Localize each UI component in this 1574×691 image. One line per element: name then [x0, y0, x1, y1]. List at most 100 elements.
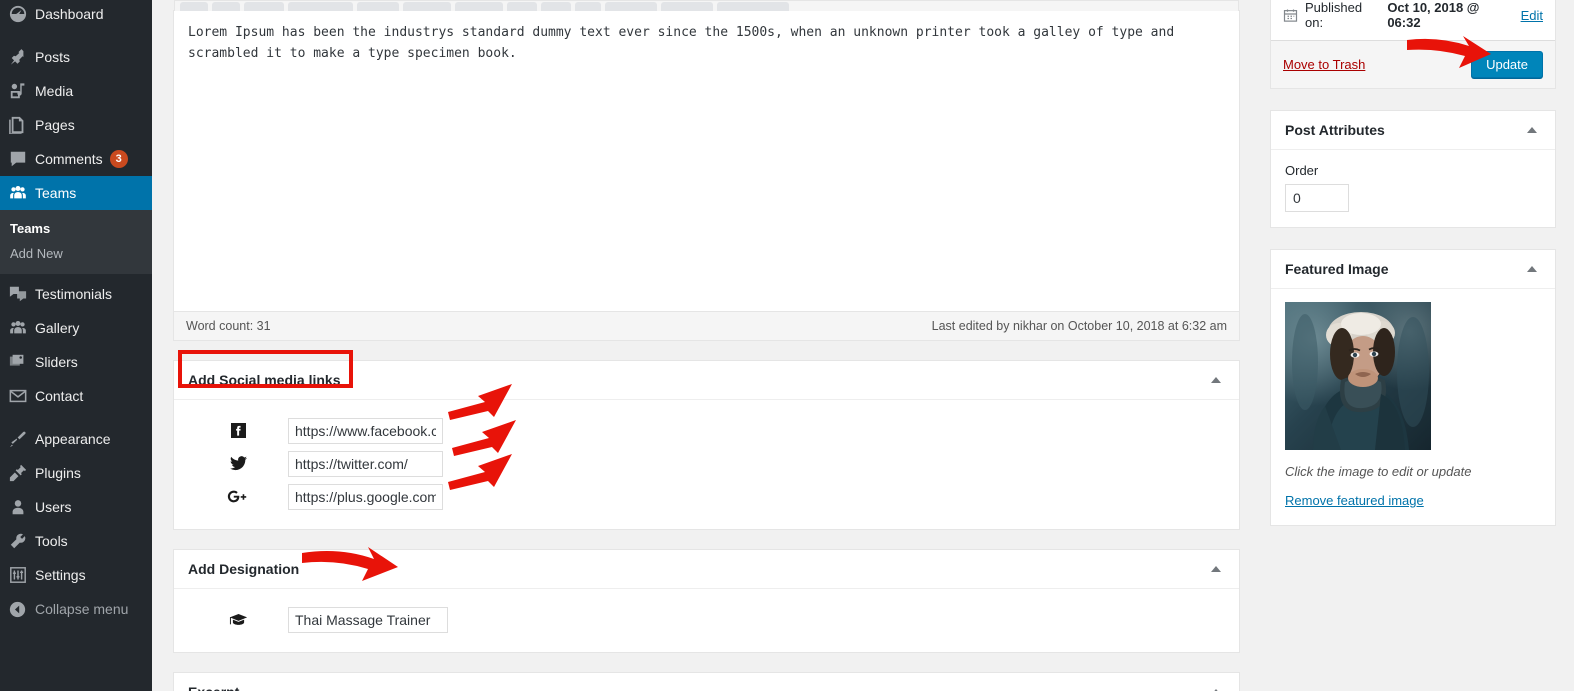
toolbar-button[interactable] [357, 2, 399, 11]
facebook-url-input[interactable] [288, 417, 443, 444]
featured-image-thumbnail[interactable] [1285, 302, 1431, 450]
sidebar-item-users[interactable]: Users [0, 490, 152, 524]
publish-actions-row: Move to Trash Update [1271, 40, 1555, 88]
sliders-icon [9, 352, 35, 372]
sidebar-item-tools[interactable]: Tools [0, 524, 152, 558]
sidebar-item-label: Dashboard [35, 5, 104, 22]
toolbar-button[interactable] [180, 2, 208, 11]
sidebar-item-pages[interactable]: Pages [0, 108, 152, 142]
sidebar-item-testimonials[interactable]: Testimonials [0, 277, 152, 311]
sidebar-item-settings[interactable]: Settings [0, 558, 152, 592]
admin-sidebar: Dashboard Posts Media Pages Comments 3 T… [0, 0, 160, 691]
toggle-panel-icon[interactable] [1527, 266, 1537, 272]
sidebar-item-dashboard[interactable]: Dashboard [0, 0, 152, 31]
featured-image-header[interactable]: Featured Image [1271, 250, 1555, 289]
wrench-icon [9, 531, 35, 551]
toggle-panel-icon[interactable] [1211, 566, 1221, 572]
toolbar-button[interactable] [212, 2, 240, 11]
featured-image-panel: Featured Image Click the image to edit o… [1270, 249, 1556, 526]
sidebar-item-label: Sliders [35, 353, 78, 370]
sidebar-item-label: Tools [35, 532, 68, 549]
toolbar-button[interactable] [288, 2, 353, 11]
brush-icon [9, 429, 35, 449]
toolbar-button[interactable] [605, 2, 657, 11]
sidebar-item-contact[interactable]: Contact [0, 379, 152, 413]
toolbar-button[interactable] [661, 2, 713, 11]
publish-panel: Published on: Oct 10, 2018 @ 06:32 Edit … [1270, 0, 1556, 89]
settings-icon [9, 565, 35, 585]
collapse-arrow-icon [9, 599, 35, 619]
google-plus-url-input[interactable] [288, 483, 443, 510]
sidebar-item-label: Contact [35, 387, 84, 404]
sidebar-item-sliders[interactable]: Sliders [0, 345, 152, 379]
toolbar-button[interactable] [541, 2, 571, 11]
remove-featured-image-link[interactable]: Remove featured image [1285, 493, 1424, 508]
move-to-trash-link[interactable]: Move to Trash [1283, 57, 1365, 72]
sidebar-item-plugins[interactable]: Plugins [0, 456, 152, 490]
designation-input[interactable] [288, 606, 448, 633]
featured-image-title: Featured Image [1285, 261, 1389, 277]
dashboard-icon [9, 4, 35, 24]
sidebar-item-label: Plugins [35, 464, 81, 481]
update-button[interactable]: Update [1471, 51, 1543, 78]
sidebar-item-teams[interactable]: Teams [0, 176, 160, 210]
toggle-panel-icon[interactable] [1211, 377, 1221, 383]
plugin-icon [9, 463, 35, 483]
excerpt-panel: Excerpt [173, 672, 1240, 691]
excerpt-header[interactable]: Excerpt [174, 673, 1239, 691]
sidebar-item-label: Media [35, 82, 74, 99]
submenu-item-add-new[interactable]: Add New [0, 241, 152, 266]
twitter-url-input[interactable] [288, 450, 443, 477]
post-editor-side-column: Published on: Oct 10, 2018 @ 06:32 Edit … [1270, 0, 1556, 691]
sidebar-item-label: Posts [35, 48, 71, 65]
sidebar-item-gallery[interactable]: Gallery [0, 311, 152, 345]
sidebar-item-label: Appearance [35, 430, 111, 447]
word-count: Word count: 31 [186, 319, 271, 333]
toggle-panel-icon[interactable] [1527, 127, 1537, 133]
editor-content-area[interactable]: Lorem Ipsum has been the industrys stand… [174, 11, 1239, 311]
published-label: Published on: [1305, 0, 1363, 30]
content-editor: Lorem Ipsum has been the industrys stand… [173, 0, 1240, 341]
google-plus-icon [188, 489, 288, 504]
editor-toolbar-buttons [175, 1, 1238, 11]
last-edited-info: Last edited by nikhar on October 10, 201… [931, 319, 1227, 333]
published-date: Oct 10, 2018 @ 06:32 [1387, 0, 1480, 30]
teams-submenu: Teams Add New [0, 210, 152, 274]
collapse-menu-label: Collapse menu [35, 600, 129, 617]
editor-toolbar[interactable] [174, 0, 1239, 11]
social-media-links-header[interactable]: Add Social media links [174, 361, 1239, 400]
comments-count-badge: 3 [109, 150, 128, 168]
wordpress-admin-screen: Dashboard Posts Media Pages Comments 3 T… [0, 0, 1574, 691]
collapse-menu-button[interactable]: Collapse menu [0, 592, 152, 626]
editor-status-bar: Word count: 31 Last edited by nikhar on … [174, 311, 1239, 340]
facebook-icon [188, 423, 288, 438]
featured-image-note: Click the image to edit or update [1285, 464, 1472, 479]
toolbar-button[interactable] [717, 2, 789, 11]
toolbar-button[interactable] [244, 2, 284, 11]
twitter-field-row [188, 447, 1225, 480]
toolbar-button[interactable] [403, 2, 451, 11]
post-attributes-panel: Post Attributes Order [1270, 110, 1556, 228]
designation-body [174, 589, 1239, 652]
post-attributes-title: Post Attributes [1285, 122, 1385, 138]
sidebar-item-label: Pages [35, 116, 75, 133]
sidebar-item-label: Gallery [35, 319, 80, 336]
post-attributes-header[interactable]: Post Attributes [1271, 111, 1555, 150]
testimonials-icon [9, 284, 35, 304]
sidebar-item-media[interactable]: Media [0, 74, 152, 108]
edit-publish-date-link[interactable]: Edit [1521, 8, 1543, 23]
designation-panel: Add Designation [173, 549, 1240, 653]
order-input[interactable] [1285, 184, 1349, 212]
comment-icon [9, 149, 35, 169]
post-editor-main-column: Lorem Ipsum has been the industrys stand… [152, 0, 1262, 691]
sidebar-item-appearance[interactable]: Appearance [0, 422, 152, 456]
facebook-field-row [188, 414, 1225, 447]
toolbar-button[interactable] [455, 2, 503, 11]
designation-header[interactable]: Add Designation [174, 550, 1239, 589]
toolbar-button[interactable] [575, 2, 601, 11]
submenu-item-teams[interactable]: Teams [0, 216, 152, 241]
sidebar-item-comments[interactable]: Comments 3 [0, 142, 152, 176]
toolbar-button[interactable] [507, 2, 537, 11]
pages-icon [9, 115, 35, 135]
sidebar-item-posts[interactable]: Posts [0, 40, 152, 74]
